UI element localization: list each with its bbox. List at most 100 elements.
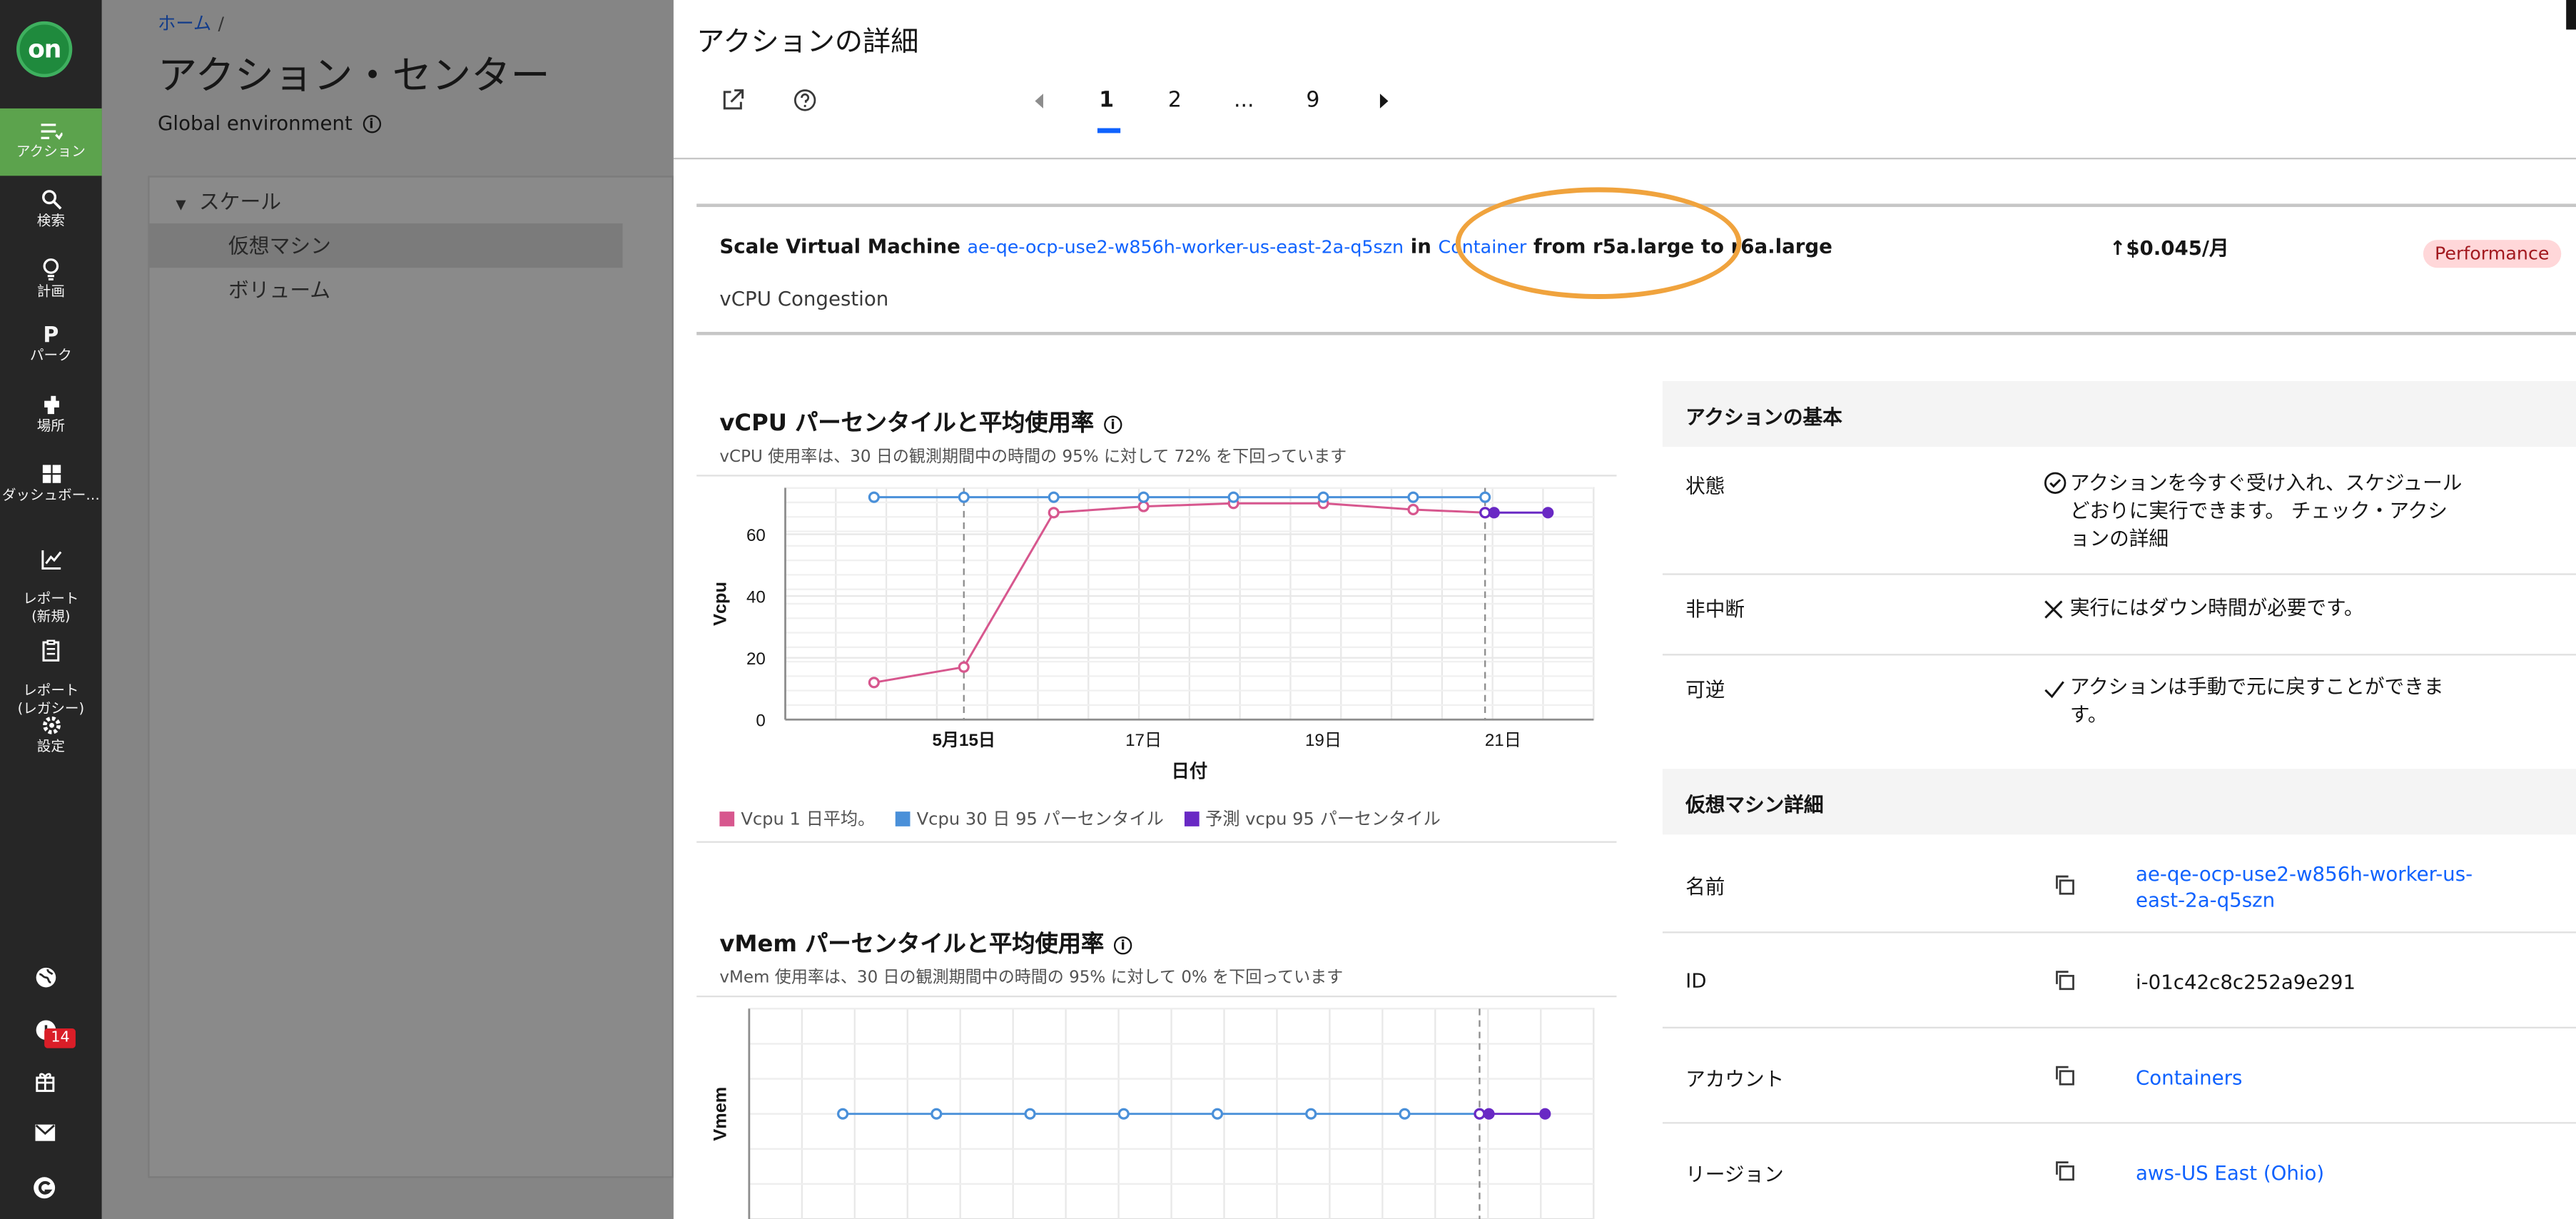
x-tick-label: 19日 xyxy=(1305,731,1342,750)
actions-icon xyxy=(41,123,63,140)
nav-label: ダッシュボー… xyxy=(1,487,100,505)
vmem-chart: Vmem xyxy=(711,1008,1595,1219)
action-target-link[interactable]: ae-qe-ocp-use2-w856h-worker-us-east-2a-q… xyxy=(967,236,1404,258)
nav-item-actions[interactable]: アクション xyxy=(0,108,102,176)
action-reason: vCPU Congestion xyxy=(719,287,889,311)
x-tick-label: 5月15日 xyxy=(932,731,995,750)
x-tick-label: 21日 xyxy=(1485,731,1521,750)
nav-item-search[interactable]: 検索 xyxy=(0,189,102,232)
nav-item-park[interactable]: P パーク xyxy=(0,325,102,367)
divider xyxy=(673,157,2576,160)
nav-item-report-new[interactable]: レポート (新規) xyxy=(0,531,102,628)
vm-name-link[interactable]: ae-qe-ocp-use2-w856h-worker-us-east-2a-q… xyxy=(2136,861,2498,914)
nav-item-dashboard[interactable]: ダッシュボー… xyxy=(0,463,102,506)
nav-label: 検索 xyxy=(36,213,65,231)
y-axis-label: Vmem xyxy=(711,1087,731,1141)
row-value-text: アクションを今すぐ受け入れ、スケジュールどおりに実行できます。 チェック・アクシ… xyxy=(2069,471,2463,551)
divider xyxy=(696,995,1617,998)
account-link[interactable]: Containers xyxy=(2136,1065,2498,1091)
nav-label: 場所 xyxy=(36,418,65,436)
modal-overlay[interactable] xyxy=(101,0,674,1219)
search-icon xyxy=(41,190,61,210)
y-tick-label: 0 xyxy=(756,711,765,730)
y-tick-label: 60 xyxy=(746,526,766,545)
gift-icon[interactable] xyxy=(34,1071,56,1093)
pager-current-indicator xyxy=(1097,128,1121,133)
action-details-flyout: アクションの詳細 1 2 ... 9 Scale Virtual Machine… xyxy=(673,0,2576,1219)
region-link[interactable]: aws-US East (Ohio) xyxy=(2136,1160,2498,1186)
nav-label: 計画 xyxy=(36,284,65,301)
performance-tag: Performance xyxy=(2423,240,2561,268)
row-key: ID xyxy=(1685,969,1707,993)
report-icon xyxy=(41,550,61,570)
vcpu-chart: 0 20 40 60 5月15日 17日 19日 21日日付 Vcpu xyxy=(711,487,1595,782)
vm-row-account: アカウント Containers xyxy=(1662,1028,2576,1124)
pager-page-1[interactable]: 1 xyxy=(1099,88,1114,113)
data-point xyxy=(1539,1108,1551,1120)
details-panel: アクションの基本 状態 アクションを今すぐ受け入れ、スケジュールどおりに実行でき… xyxy=(1662,381,2576,1219)
arrow-up-icon: ↑ xyxy=(2109,236,2126,260)
vmem-section-subtitle: vMem 使用率は、30 日の観測期間中の時間の 95% に対して 0% を下回… xyxy=(719,969,1344,988)
data-point xyxy=(1407,491,1419,503)
legend-item-avg[interactable]: Vcpu 1 日平均。 xyxy=(719,810,875,829)
mail-icon[interactable] xyxy=(34,1123,56,1141)
nav-item-plan[interactable]: 計画 xyxy=(0,258,102,302)
vm-row-region: リージョン aws-US East (Ohio) xyxy=(1663,1123,2576,1219)
vcpu-legend: Vcpu 1 日平均。 Vcpu 30 日 95 パーセンタイル 予測 vcpu… xyxy=(719,806,1455,831)
legend-label: 予測 vcpu 95 パーセンタイル xyxy=(1205,809,1441,830)
user-icon[interactable] xyxy=(33,1176,56,1199)
copy-icon[interactable] xyxy=(2054,874,2075,896)
notification-badge: 14 xyxy=(44,1028,76,1048)
x-axis-label: 日付 xyxy=(1172,762,1208,782)
copy-icon[interactable] xyxy=(2054,1160,2075,1181)
open-external-icon[interactable] xyxy=(721,88,744,111)
y-tick-label: 40 xyxy=(746,587,766,607)
data-point xyxy=(868,491,880,503)
dashboard-icon xyxy=(41,465,61,483)
pager-page-2[interactable]: 2 xyxy=(1168,88,1182,113)
data-point xyxy=(930,1108,943,1120)
settings-icon xyxy=(41,716,60,734)
legend-item-p95[interactable]: Vcpu 30 日 95 パーセンタイル xyxy=(895,810,1164,829)
help-icon[interactable] xyxy=(793,88,816,111)
row-value-text: 実行にはダウン時間が必要です。 xyxy=(2069,596,2364,619)
row-key: 名前 xyxy=(1685,875,1725,899)
vcpu-title-text: vCPU パーセンタイルと平均使用率 xyxy=(719,410,1095,437)
globe-icon[interactable] xyxy=(34,966,57,989)
vcpu-section-subtitle: vCPU 使用率は、30 日の観測期間中の時間の 95% に対して 72% を下… xyxy=(719,448,1347,467)
pager-ellipsis[interactable]: ... xyxy=(1234,88,1254,113)
divider xyxy=(696,475,1617,477)
basics-row-nondisruptive: 非中断 実行にはダウン時間が必要です。 xyxy=(1662,575,2576,656)
data-point xyxy=(1407,503,1419,516)
x-tick-label: 17日 xyxy=(1125,731,1162,750)
park-icon: P xyxy=(43,323,59,349)
row-value: 実行にはダウン時間が必要です。 xyxy=(2044,595,2465,622)
nav-item-settings[interactable]: 設定 xyxy=(0,714,102,757)
info-icon[interactable]: i xyxy=(1103,415,1122,433)
nav-label: 設定 xyxy=(36,739,65,756)
pager-prev-icon[interactable] xyxy=(1033,93,1046,108)
divider xyxy=(696,841,1617,843)
nav-label: パーク xyxy=(29,348,72,365)
info-icon[interactable]: i xyxy=(1113,935,1132,954)
row-value-text: アクションは手動で元に戻すことができます。 xyxy=(2069,675,2444,727)
highlight-ellipse xyxy=(1455,187,1742,299)
clipboard-icon xyxy=(42,639,60,662)
nav-label: レポート (レガシー) xyxy=(17,683,85,718)
x-icon xyxy=(2044,600,2063,619)
row-key: 可逆 xyxy=(1685,678,1725,702)
app-logo[interactable]: on xyxy=(16,21,73,78)
pager-next-icon[interactable] xyxy=(1376,93,1389,108)
legend-item-forecast[interactable]: 予測 vcpu 95 パーセンタイル xyxy=(1184,809,1441,830)
vcpu-section-title: vCPU パーセンタイルと平均使用率 i xyxy=(719,406,1122,439)
nav-item-report-legacy[interactable]: レポート (レガシー) xyxy=(0,621,102,719)
pager-page-9[interactable]: 9 xyxy=(1306,88,1319,113)
data-point xyxy=(1211,1108,1224,1120)
row-value: アクションは手動で元に戻すことができます。 xyxy=(2044,674,2465,729)
nav-item-placement[interactable]: 場所 xyxy=(0,394,102,437)
cost-value: $0.045/月 xyxy=(2126,236,2229,260)
data-point xyxy=(958,661,970,673)
copy-icon[interactable] xyxy=(2054,1065,2075,1086)
data-point xyxy=(1479,491,1491,503)
copy-icon[interactable] xyxy=(2054,969,2075,991)
